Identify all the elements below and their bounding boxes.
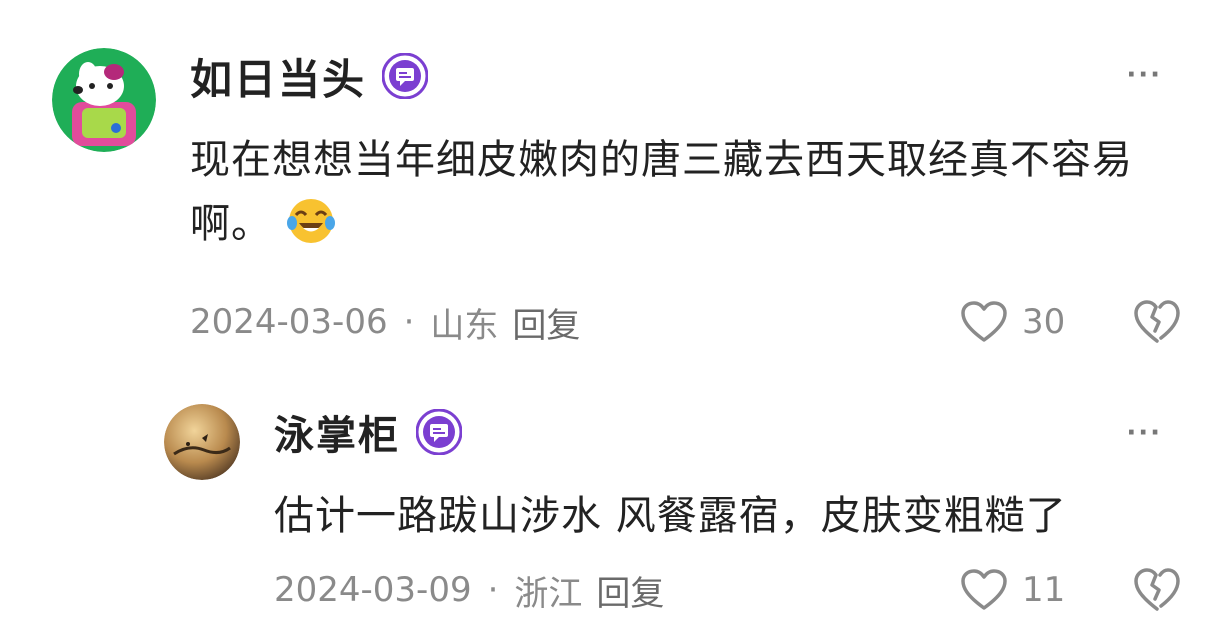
more-options-icon[interactable]: ··· xyxy=(1126,420,1162,446)
comment-actions: 11 xyxy=(960,562,1182,618)
name-row: 泳掌柜 xyxy=(274,403,462,461)
broken-heart-icon[interactable] xyxy=(1132,565,1182,615)
comment-location: 浙江 xyxy=(514,573,583,614)
like-count: 30 xyxy=(1022,302,1066,342)
meta-separator: · xyxy=(487,570,499,610)
heart-icon[interactable] xyxy=(960,568,1008,612)
broken-heart-icon[interactable] xyxy=(1132,297,1182,347)
comment-item: 如日当头 ··· 现在想想当年细皮嫩肉的唐三藏去西天取经真不容易啊。 2024-… xyxy=(0,0,1220,370)
comment-location: 山东 xyxy=(430,305,499,346)
comment-meta: 2024-03-09 · 浙江 回复 xyxy=(274,564,664,616)
avatar[interactable] xyxy=(52,48,156,152)
vip-chat-badge-icon xyxy=(416,409,462,455)
more-options-icon[interactable]: ··· xyxy=(1126,62,1162,88)
username[interactable]: 如日当头 xyxy=(190,46,366,107)
reply-comment-item: 泳掌柜 ··· 估计一路跋山涉水 风餐露宿，皮肤变粗糙了 2024-03-09 … xyxy=(0,380,1220,644)
avatar[interactable] xyxy=(164,404,240,480)
comment-date: 2024-03-06 xyxy=(190,302,388,342)
reply-button[interactable]: 回复 xyxy=(512,298,580,347)
comment-text: 估计一路跋山涉水 风餐露宿，皮肤变粗糙了 xyxy=(274,493,1067,539)
comment-actions: 30 xyxy=(960,294,1182,350)
comment-date: 2024-03-09 xyxy=(274,570,472,610)
comment-meta: 2024-03-06 · 山东 回复 xyxy=(190,296,580,348)
reply-button[interactable]: 回复 xyxy=(596,566,664,615)
comment-text: 现在想想当年细皮嫩肉的唐三藏去西天取经真不容易啊。 xyxy=(190,128,1190,256)
comment-thread: 如日当头 ··· 现在想想当年细皮嫩肉的唐三藏去西天取经真不容易啊。 2024-… xyxy=(0,0,1220,644)
username[interactable]: 泳掌柜 xyxy=(274,403,400,461)
like-count: 11 xyxy=(1022,570,1066,610)
vip-chat-badge-icon xyxy=(382,53,429,99)
laugh-cry-emoji-icon xyxy=(286,195,336,245)
name-row: 如日当头 xyxy=(190,46,429,107)
meta-separator: · xyxy=(403,302,415,342)
heart-icon[interactable] xyxy=(960,300,1008,344)
